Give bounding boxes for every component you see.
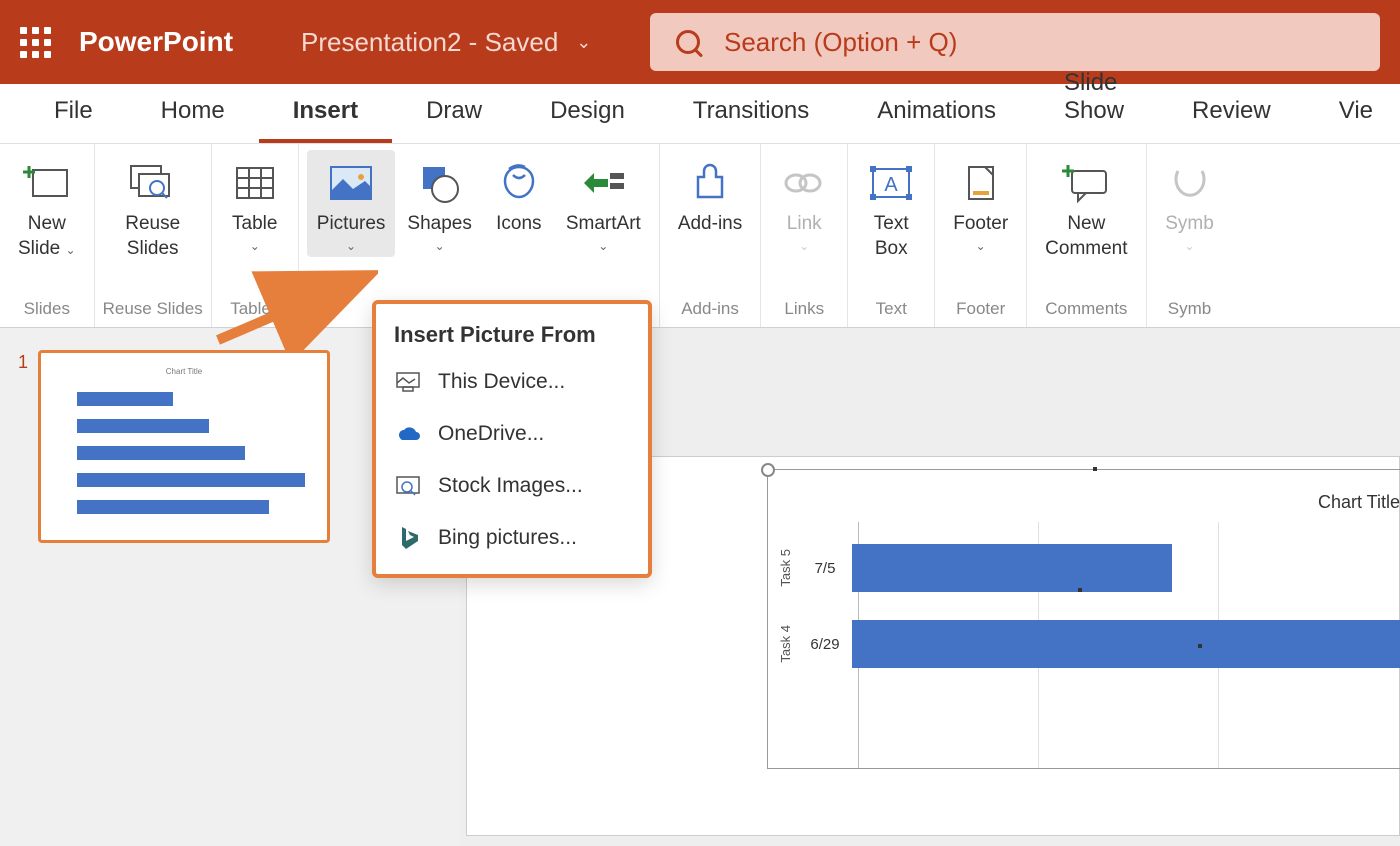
smartart-icon bbox=[578, 156, 628, 210]
document-title[interactable]: Presentation2 - Saved ⌄ bbox=[301, 27, 591, 58]
pictures-dropdown: Insert Picture From This Device... OneDr… bbox=[372, 300, 652, 578]
pictures-button[interactable]: Pictures ⌄ bbox=[307, 150, 396, 257]
search-input[interactable]: Search (Option + Q) bbox=[650, 13, 1380, 71]
reuse-slides-button[interactable]: Reuse Slides bbox=[115, 150, 190, 265]
app-launcher-icon[interactable] bbox=[20, 27, 51, 58]
symbol-button: Symb ⌄ bbox=[1155, 150, 1225, 257]
chart-object[interactable]: Chart Title Task 5 7/5 Task 4 6/29 bbox=[767, 469, 1400, 769]
tab-animations[interactable]: Animations bbox=[843, 85, 1030, 143]
symbol-icon bbox=[1170, 156, 1210, 210]
tab-review[interactable]: Review bbox=[1158, 85, 1305, 143]
smartart-button[interactable]: SmartArt ⌄ bbox=[556, 150, 651, 257]
slide-1-thumb[interactable]: Chart Title bbox=[38, 350, 330, 543]
search-icon bbox=[676, 30, 700, 54]
comment-icon bbox=[1060, 156, 1112, 210]
dropdown-title: Insert Picture From bbox=[376, 316, 648, 356]
icons-icon bbox=[497, 156, 541, 210]
chevron-down-icon[interactable]: ⌄ bbox=[576, 32, 591, 53]
new-slide-button[interactable]: New Slide ⌄ bbox=[8, 150, 86, 265]
chart-bar bbox=[852, 544, 1172, 592]
new-slide-icon bbox=[23, 156, 71, 210]
tab-view[interactable]: Vie bbox=[1305, 85, 1400, 143]
tab-draw[interactable]: Draw bbox=[392, 85, 516, 143]
device-icon bbox=[394, 368, 422, 396]
gantt-chart: Task 5 7/5 Task 4 6/29 bbox=[778, 540, 1400, 692]
tab-design[interactable]: Design bbox=[516, 85, 659, 143]
tab-file[interactable]: File bbox=[20, 85, 127, 143]
ribbon-group-links: Link ⌄ Links bbox=[761, 144, 848, 327]
chart-bar bbox=[852, 620, 1400, 668]
textbox-icon: A bbox=[867, 156, 915, 210]
onedrive-icon bbox=[394, 420, 422, 448]
dropdown-item-stock[interactable]: Stock Images... bbox=[376, 460, 648, 512]
tab-slideshow[interactable]: Slide Show bbox=[1030, 57, 1158, 143]
tab-home[interactable]: Home bbox=[127, 85, 259, 143]
footer-icon bbox=[959, 156, 1003, 210]
shapes-button[interactable]: Shapes ⌄ bbox=[397, 150, 481, 257]
workspace: 1 Chart Title Chart Title bbox=[0, 328, 1400, 846]
dropdown-item-this-device[interactable]: This Device... bbox=[376, 356, 648, 408]
chart-title[interactable]: Chart Title bbox=[1318, 492, 1400, 513]
ribbon-tabs: File Home Insert Draw Design Transitions… bbox=[0, 84, 1400, 144]
link-button: Link ⌄ bbox=[769, 150, 839, 257]
ribbon-group-slides: New Slide ⌄ Slides bbox=[0, 144, 95, 327]
dropdown-item-bing[interactable]: Bing pictures... bbox=[376, 512, 648, 564]
addins-icon bbox=[688, 156, 732, 210]
ribbon-group-footer: Footer ⌄ Footer bbox=[935, 144, 1027, 327]
textbox-button[interactable]: A Text Box bbox=[856, 150, 926, 265]
ribbon-group-tables: Table ⌄ Tables bbox=[212, 144, 299, 327]
app-name: PowerPoint bbox=[79, 26, 233, 58]
ribbon-group-reuse: Reuse Slides Reuse Slides bbox=[95, 144, 212, 327]
tab-insert[interactable]: Insert bbox=[259, 85, 392, 143]
pictures-icon bbox=[325, 156, 377, 210]
stock-images-icon bbox=[394, 472, 422, 500]
ribbon-group-symbols: Symb ⌄ Symb bbox=[1147, 144, 1233, 327]
table-icon bbox=[233, 156, 277, 210]
addins-button[interactable]: Add-ins bbox=[668, 150, 752, 241]
ribbon-group-addins: Add-ins Add-ins bbox=[660, 144, 761, 327]
svg-text:A: A bbox=[885, 174, 899, 196]
resize-handle[interactable] bbox=[761, 463, 775, 477]
bing-icon bbox=[394, 524, 422, 552]
title-bar: PowerPoint Presentation2 - Saved ⌄ Searc… bbox=[0, 0, 1400, 84]
table-button[interactable]: Table ⌄ bbox=[220, 150, 290, 257]
ribbon: New Slide ⌄ Slides Reuse Slides Reuse Sl… bbox=[0, 144, 1400, 328]
search-placeholder: Search (Option + Q) bbox=[724, 27, 957, 58]
new-comment-button[interactable]: New Comment bbox=[1035, 150, 1137, 265]
link-icon bbox=[780, 156, 828, 210]
tab-transitions[interactable]: Transitions bbox=[659, 85, 843, 143]
shapes-icon bbox=[417, 156, 463, 210]
ribbon-group-comments: New Comment Comments bbox=[1027, 144, 1146, 327]
icons-button[interactable]: Icons bbox=[484, 150, 554, 241]
dropdown-item-onedrive[interactable]: OneDrive... bbox=[376, 408, 648, 460]
reuse-slides-icon bbox=[127, 156, 179, 210]
footer-button[interactable]: Footer ⌄ bbox=[943, 150, 1018, 257]
ribbon-group-text: A Text Box Text bbox=[848, 144, 935, 327]
